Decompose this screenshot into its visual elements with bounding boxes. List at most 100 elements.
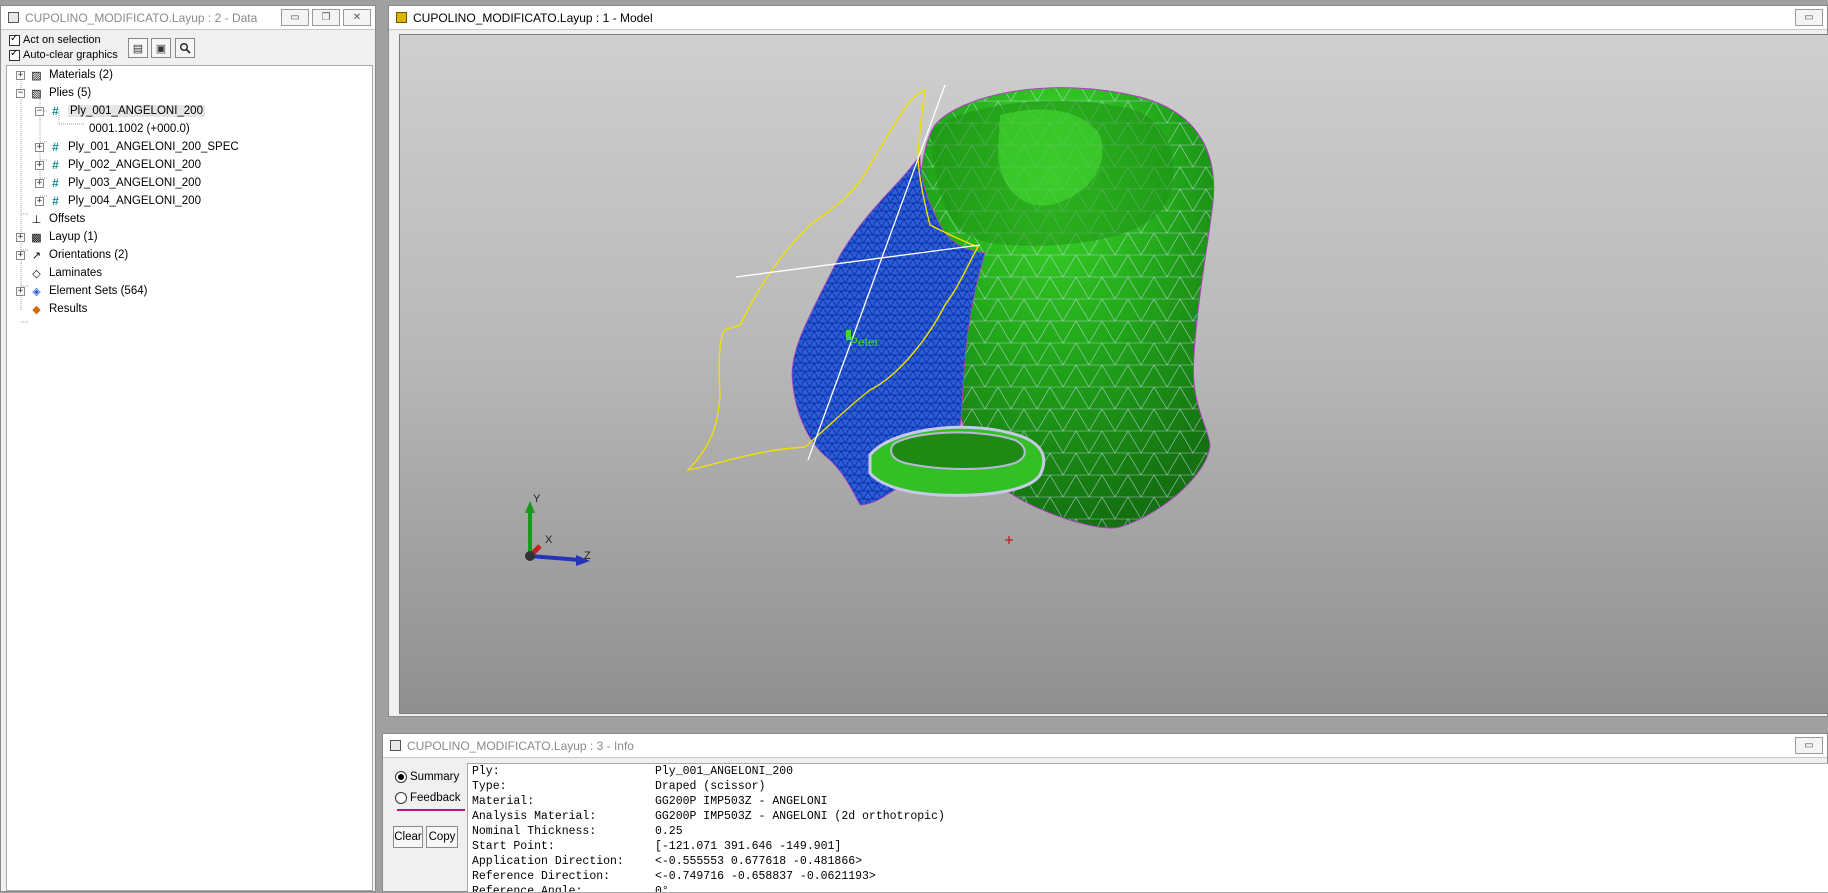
collapse-icon[interactable]: − xyxy=(16,88,25,98)
details-button[interactable]: ▣ xyxy=(151,38,171,58)
expand-icon[interactable]: + xyxy=(16,250,25,260)
expand-icon[interactable]: + xyxy=(35,160,44,170)
model-window: CUPOLINO_MODIFICATO.Layup : 1 - Model ▭ xyxy=(388,5,1828,717)
summary-label: Summary xyxy=(410,771,460,783)
tree-item-label: 0001.1002 (+000.0) xyxy=(89,123,190,135)
auto-clear-option[interactable]: Auto-clear graphics xyxy=(9,48,118,61)
info-row: Ply: Ply_001_ANGELONI_200 xyxy=(472,765,793,780)
info-key: Ply: xyxy=(472,765,500,778)
ply-hash-icon: # xyxy=(52,158,59,172)
tree-item-layup[interactable]: + ▩ Layup (1) xyxy=(16,228,98,246)
info-key: Analysis Material: xyxy=(472,810,597,823)
tree-item-orientations[interactable]: + ↗ Orientations (2) xyxy=(16,246,128,264)
collapse-icon[interactable]: − xyxy=(35,106,44,116)
info-row: Application Direction: <-0.555553 0.67761… xyxy=(472,855,862,870)
window-icon xyxy=(390,740,401,751)
close-button[interactable]: ✕ xyxy=(343,9,371,26)
ply-hash-icon: # xyxy=(52,140,59,154)
ply-hash-icon: # xyxy=(52,104,59,118)
tree-item-label: Ply_003_ANGELONI_200 xyxy=(68,177,201,189)
info-key: Nominal Thickness: xyxy=(472,825,597,838)
feedback-radio[interactable] xyxy=(395,792,407,804)
act-on-selection-option[interactable]: Act on selection xyxy=(9,33,101,46)
info-value: 0.25 xyxy=(655,825,683,838)
info-value: Ply_001_ANGELONI_200 xyxy=(655,765,794,778)
search-icon xyxy=(180,43,191,54)
info-window-title: CUPOLINO_MODIFICATO.Layup : 3 - Info xyxy=(407,738,634,753)
lower-vent-opening[interactable] xyxy=(868,425,1046,497)
tree-item-ply-001-spec[interactable]: + # Ply_001_ANGELONI_200_SPEC xyxy=(35,138,239,156)
materials-icon: ▨ xyxy=(31,69,42,82)
expand-icon[interactable]: + xyxy=(16,70,25,80)
properties-button[interactable]: ▤ xyxy=(128,38,148,58)
axis-x-label: X xyxy=(545,534,553,546)
info-value: GG200P IMP503Z - ANGELONI (2d orthotropi… xyxy=(655,810,945,823)
clear-button[interactable]: Clear xyxy=(393,826,423,848)
offsets-icon: ⊥ xyxy=(31,213,42,226)
minimize-button[interactable]: ▭ xyxy=(281,9,309,26)
tree-item-orientation-0001[interactable]: 0001.1002 (+000.0) xyxy=(89,120,190,138)
act-on-selection-checkbox[interactable] xyxy=(9,33,20,46)
info-row: Material: GG200P IMP503Z - ANGELONI xyxy=(472,795,828,810)
expand-icon[interactable]: + xyxy=(16,232,25,242)
orientation-arrow-icon: ↗ xyxy=(31,249,42,262)
info-key: Type: xyxy=(472,780,507,793)
summary-radio[interactable] xyxy=(395,771,407,783)
auto-clear-checkbox[interactable] xyxy=(9,48,20,61)
act-on-selection-label: Act on selection xyxy=(23,34,101,46)
expand-icon[interactable]: + xyxy=(35,178,44,188)
tree-item-label: Layup (1) xyxy=(49,231,98,243)
minimize-button[interactable]: ▭ xyxy=(1795,9,1823,26)
expand-icon[interactable]: + xyxy=(16,286,25,296)
search-button[interactable] xyxy=(175,38,195,58)
tree-item-ply-001[interactable]: − # Ply_001_ANGELONI_200 xyxy=(35,102,205,120)
laminates-icon: ◇ xyxy=(32,267,41,280)
start-point-marker[interactable] xyxy=(846,330,851,340)
tree-item-materials[interactable]: + ▨ Materials (2) xyxy=(16,66,113,84)
info-key: Application Direction: xyxy=(472,855,624,868)
info-value: GG200P IMP503Z - ANGELONI xyxy=(655,795,828,808)
info-window-titlebar[interactable]: CUPOLINO_MODIFICATO.Layup : 3 - Info ▭ xyxy=(383,734,1827,758)
model-graphics[interactable]: Peter Y X Z xyxy=(400,35,1828,714)
info-value: Draped (scissor) xyxy=(655,780,766,793)
tree-item-laminates[interactable]: ◇ Laminates xyxy=(16,264,102,282)
model-window-titlebar[interactable]: CUPOLINO_MODIFICATO.Layup : 1 - Model ▭ xyxy=(389,6,1827,30)
tree-item-label: Ply_002_ANGELONI_200 xyxy=(68,159,201,171)
tree-item-element-sets[interactable]: + ◈ Element Sets (564) xyxy=(16,282,147,300)
tree-item-label: Offsets xyxy=(49,213,86,225)
layup-tree[interactable]: + ▨ Materials (2) − ▧ Plies (5) − # Ply_… xyxy=(6,65,373,891)
3d-viewport[interactable]: Peter Y X Z xyxy=(399,34,1828,714)
info-row: Start Point: [-121.071 391.646 -149.901] xyxy=(472,840,841,855)
info-value: [-121.071 391.646 -149.901] xyxy=(655,840,842,853)
restore-button[interactable]: ❐ xyxy=(312,9,340,26)
tree-item-label: Orientations (2) xyxy=(49,249,129,261)
ply-hash-icon: # xyxy=(52,176,59,190)
tree-item-label: Element Sets (564) xyxy=(49,285,148,297)
minimize-button[interactable]: ▭ xyxy=(1795,737,1823,754)
feedback-label: Feedback xyxy=(410,792,461,804)
tree-item-offsets[interactable]: ⊥ Offsets xyxy=(16,210,86,228)
feedback-option[interactable]: Feedback xyxy=(395,792,461,804)
tree-item-ply-003[interactable]: + # Ply_003_ANGELONI_200 xyxy=(35,174,201,192)
info-text-area[interactable]: Ply: Ply_001_ANGELONI_200 Type: Draped (sc… xyxy=(467,763,1828,893)
info-row: Analysis Material: GG200P IMP503Z - ANGEL… xyxy=(472,810,945,825)
copy-button[interactable]: Copy xyxy=(426,826,458,848)
ply-hash-icon: # xyxy=(52,194,59,208)
tree-item-label: Materials (2) xyxy=(49,69,113,81)
expand-icon[interactable]: + xyxy=(35,142,44,152)
tree-item-label: Laminates xyxy=(49,267,103,279)
window-icon xyxy=(396,12,407,23)
info-value: <-0.555553 0.677618 -0.481866> xyxy=(655,855,863,868)
info-key: Reference Direction: xyxy=(472,870,611,883)
info-window: CUPOLINO_MODIFICATO.Layup : 3 - Info ▭ S… xyxy=(382,733,1828,893)
tree-item-label: Plies (5) xyxy=(49,87,92,99)
tree-item-ply-004[interactable]: + # Ply_004_ANGELONI_200 xyxy=(35,192,201,210)
summary-option[interactable]: Summary xyxy=(395,771,459,783)
tree-item-plies[interactable]: − ▧ Plies (5) xyxy=(16,84,91,102)
data-window-titlebar[interactable]: CUPOLINO_MODIFICATO.Layup : 2 - Data ▭ ❐… xyxy=(1,6,375,30)
expand-icon[interactable]: + xyxy=(35,196,44,206)
auto-clear-label: Auto-clear graphics xyxy=(23,49,118,61)
tree-item-ply-002[interactable]: + # Ply_002_ANGELONI_200 xyxy=(35,156,201,174)
tree-item-results[interactable]: ◆ Results xyxy=(16,300,87,318)
cursor-crosshair xyxy=(1005,536,1013,544)
